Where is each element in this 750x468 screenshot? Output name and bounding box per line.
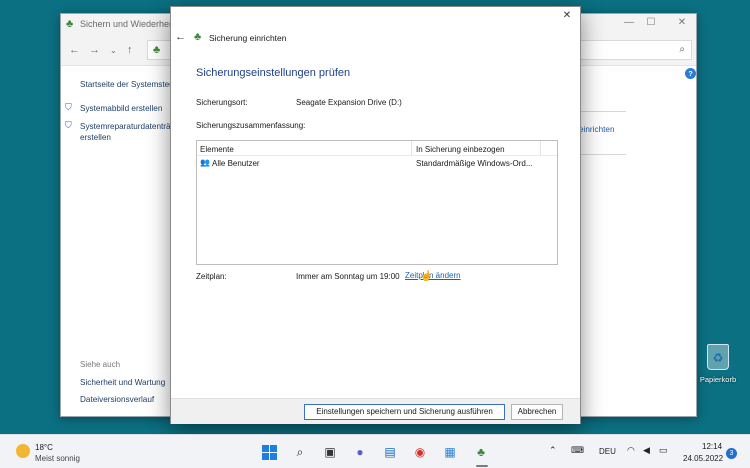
setup-backup-link[interactable]: einrichten bbox=[579, 125, 615, 134]
sun-icon bbox=[16, 444, 30, 458]
chat-icon[interactable]: ● bbox=[352, 444, 368, 460]
see-also-label: Siehe auch bbox=[80, 360, 121, 369]
back-arrow-icon[interactable]: ← bbox=[175, 31, 186, 43]
keyboard-icon[interactable]: ⌨ bbox=[571, 445, 584, 456]
backup-setup-dialog: ✕ ← ♣ Sicherung einrichten Sicherungsein… bbox=[170, 6, 581, 424]
shield-icon: ⛉ bbox=[65, 102, 72, 112]
search-icon[interactable]: ⌕ bbox=[292, 444, 308, 460]
backup-app-icon: ♣ bbox=[153, 44, 161, 56]
recycle-bin-desktop-icon[interactable]: ♻ Papierkorb bbox=[697, 344, 739, 384]
list-item-included: Standardmäßige Windows-Ord... bbox=[416, 159, 533, 168]
clock-date[interactable]: 24.05.2022 bbox=[683, 454, 723, 463]
speaker-icon[interactable]: ◀ bbox=[643, 445, 650, 456]
recycle-bin-icon: ♻ bbox=[707, 344, 729, 370]
chrome-icon[interactable]: ◉ bbox=[412, 444, 428, 460]
weather-temperature: 18°C bbox=[35, 443, 53, 452]
up-arrow-icon[interactable]: ↑ bbox=[127, 44, 133, 56]
column-header-items[interactable]: Elemente bbox=[200, 145, 234, 154]
shield-icon: ⛉ bbox=[65, 120, 72, 130]
sidebar-link-home[interactable]: Startseite der Systemsteu bbox=[80, 79, 174, 90]
file-explorer-icon[interactable]: ▤ bbox=[382, 444, 398, 460]
maximize-icon[interactable]: ☐ bbox=[642, 17, 660, 28]
minimize-icon[interactable]: — bbox=[620, 17, 638, 28]
users-icon: 👥 bbox=[200, 158, 210, 167]
sidebar-link-repair-disc[interactable]: Systemreparaturdatenträ bbox=[80, 121, 171, 132]
change-schedule-link[interactable]: Zeitplan ändern bbox=[405, 271, 461, 280]
sidebar-link-system-image[interactable]: Systemabbild erstellen bbox=[80, 103, 162, 114]
page-title: Sicherungseinstellungen prüfen bbox=[196, 67, 351, 79]
dialog-title: Sicherung einrichten bbox=[209, 33, 287, 43]
close-icon[interactable]: ✕ bbox=[560, 10, 574, 21]
sidebar-link-file-history[interactable]: Dateiversionsverlauf bbox=[80, 394, 154, 405]
backup-app-icon[interactable]: ♣ bbox=[473, 444, 489, 460]
battery-icon[interactable]: ▭ bbox=[659, 445, 668, 456]
control-panel-sidebar: Startseite der Systemsteu ⛉ Systemabbild… bbox=[61, 66, 174, 416]
sidebar-link-repair-disc-line2[interactable]: erstellen bbox=[80, 132, 111, 143]
windows-start-icon[interactable] bbox=[262, 445, 277, 460]
active-app-indicator bbox=[476, 465, 488, 467]
forward-arrow-icon[interactable]: → bbox=[89, 44, 100, 56]
dialog-footer: Einstellungen speichern und Sicherung au… bbox=[171, 398, 580, 424]
control-panel-title: Sichern und Wiederherste bbox=[80, 19, 185, 29]
cancel-button[interactable]: Abbrechen bbox=[511, 404, 563, 420]
weather-description: Meist sonnig bbox=[35, 454, 80, 463]
chevron-down-icon[interactable]: ⌄ bbox=[110, 46, 117, 55]
list-header: Elemente In Sicherung einbezogen bbox=[197, 141, 557, 156]
list-item-name: Alle Benutzer bbox=[212, 159, 260, 168]
wifi-icon[interactable]: ◠ bbox=[627, 445, 635, 456]
hand-cursor-icon: ☝ bbox=[420, 271, 433, 282]
help-icon[interactable]: ? bbox=[685, 68, 696, 79]
schedule-value: Immer am Sonntag um 19:00 bbox=[296, 272, 400, 281]
save-and-run-backup-button[interactable]: Einstellungen speichern und Sicherung au… bbox=[304, 404, 505, 420]
chevron-up-icon[interactable]: ⌃ bbox=[549, 445, 557, 456]
backup-app-icon: ♣ bbox=[194, 31, 202, 43]
sidebar-link-security-maintenance[interactable]: Sicherheit und Wartung bbox=[80, 377, 165, 388]
backup-app-icon: ♣ bbox=[66, 18, 74, 30]
recycle-bin-label: Papierkorb bbox=[699, 375, 737, 384]
column-header-included[interactable]: In Sicherung einbezogen bbox=[416, 145, 505, 154]
search-box[interactable]: ⌕ bbox=[572, 40, 692, 60]
schedule-label: Zeitplan: bbox=[196, 272, 227, 281]
back-arrow-icon[interactable]: ← bbox=[69, 44, 80, 56]
column-separator[interactable] bbox=[540, 141, 541, 155]
control-panel-icon[interactable]: ▦ bbox=[442, 444, 458, 460]
language-indicator[interactable]: DEU bbox=[599, 447, 616, 456]
backup-summary-list[interactable]: Elemente In Sicherung einbezogen 👥 Alle … bbox=[196, 140, 558, 265]
backup-location-label: Sicherungsort: bbox=[196, 98, 248, 107]
taskbar: 18°C Meist sonnig ⌕ ▣ ● ▤ ◉ ▦ ♣ ⌃ ⌨ DEU … bbox=[0, 434, 750, 468]
backup-location-value: Seagate Expansion Drive (D:) bbox=[296, 98, 402, 107]
notification-badge[interactable]: 3 bbox=[726, 448, 737, 459]
clock-time[interactable]: 12:14 bbox=[702, 442, 722, 451]
column-separator[interactable] bbox=[411, 141, 412, 155]
task-view-icon[interactable]: ▣ bbox=[322, 444, 338, 460]
search-icon: ⌕ bbox=[679, 44, 685, 55]
close-icon[interactable]: ✕ bbox=[673, 17, 691, 28]
backup-summary-label: Sicherungszusammenfassung: bbox=[196, 121, 306, 130]
